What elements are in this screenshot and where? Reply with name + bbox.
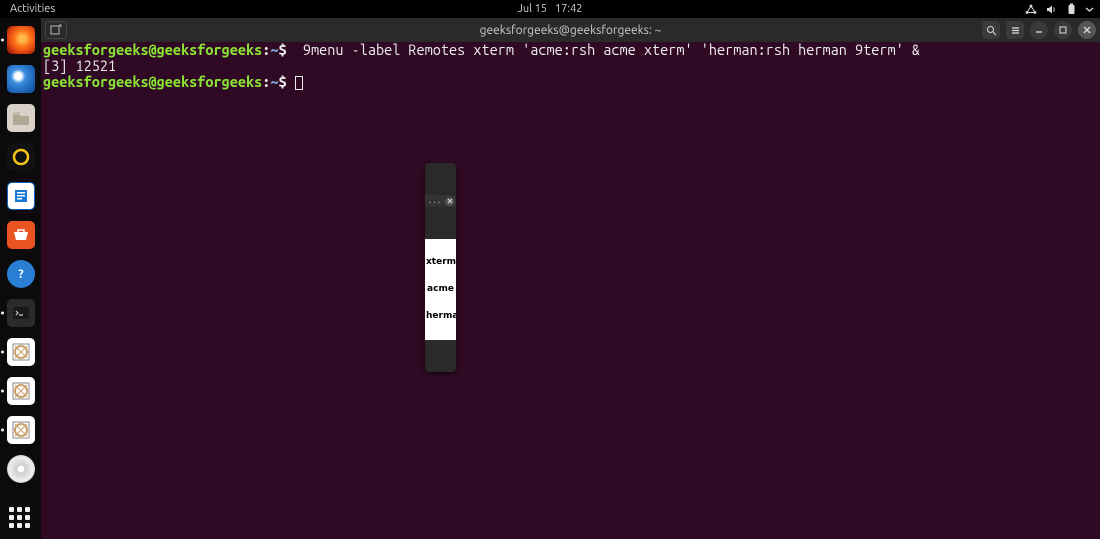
prompt-user: geeksforgeeks@geeksforgeeks xyxy=(43,41,262,58)
minimize-button[interactable] xyxy=(1030,21,1048,39)
dock-terminal[interactable] xyxy=(7,299,35,327)
search-button[interactable] xyxy=(982,21,1000,39)
clock[interactable]: Jul 15 17:42 xyxy=(517,3,582,15)
command-1: 9menu -label Remotes xterm 'acme:rsh acm… xyxy=(295,41,920,58)
dock-software[interactable] xyxy=(7,221,35,249)
system-tray[interactable] xyxy=(1025,3,1094,15)
popup-item-herman[interactable]: herman xyxy=(425,312,456,321)
cursor xyxy=(295,76,303,90)
9menu-popup: ... xterm acme herman xyxy=(425,163,456,372)
dock-firefox[interactable] xyxy=(7,26,35,54)
time-label: 17:42 xyxy=(555,3,583,15)
new-tab-button[interactable] xyxy=(45,21,67,39)
dock-xterm-1[interactable] xyxy=(7,338,35,366)
chevron-down-icon xyxy=(1085,5,1094,14)
output-1: [3] 12521 xyxy=(43,57,116,74)
close-button[interactable] xyxy=(1078,21,1096,39)
dock-xterm-2[interactable] xyxy=(7,377,35,405)
network-icon xyxy=(1025,4,1037,15)
popup-item-xterm[interactable]: xterm xyxy=(425,258,456,267)
popup-close-button[interactable] xyxy=(445,197,454,206)
dock-writer[interactable] xyxy=(7,182,35,210)
popup-titlebar[interactable]: ... xyxy=(425,195,456,207)
popup-body: xterm acme herman xyxy=(425,239,456,340)
dock-thunderbird[interactable] xyxy=(7,65,35,93)
date-label: Jul 15 xyxy=(517,3,547,15)
dock-help[interactable]: ? xyxy=(7,260,35,288)
terminal-window: geeksforgeeks@geeksforgeeks: ~ geeksforg… xyxy=(41,18,1100,539)
window-title: geeksforgeeks@geeksforgeeks: ~ xyxy=(480,24,662,37)
dock: ? xyxy=(0,18,41,539)
volume-icon xyxy=(1046,4,1058,15)
window-headerbar: geeksforgeeks@geeksforgeeks: ~ xyxy=(41,18,1100,42)
dock-rhythmbox[interactable] xyxy=(7,143,35,171)
top-bar: Activities Jul 15 17:42 xyxy=(0,0,1100,18)
show-applications-button[interactable] xyxy=(9,507,33,531)
svg-text:?: ? xyxy=(18,268,23,281)
hamburger-menu-button[interactable] xyxy=(1006,21,1024,39)
popup-title: ... xyxy=(427,197,442,205)
prompt-user-2: geeksforgeeks@geeksforgeeks xyxy=(43,73,262,90)
dock-disc[interactable] xyxy=(7,455,35,483)
prompt-path: ~ xyxy=(270,41,278,58)
dock-xterm-3[interactable] xyxy=(7,416,35,444)
terminal-body[interactable]: geeksforgeeks@geeksforgeeks:~$ 9menu -la… xyxy=(41,42,1100,539)
maximize-button[interactable] xyxy=(1054,21,1072,39)
battery-icon xyxy=(1067,3,1076,15)
activities-button[interactable]: Activities xyxy=(0,3,65,15)
dock-files[interactable] xyxy=(7,104,35,132)
popup-item-acme[interactable]: acme xyxy=(425,285,456,294)
